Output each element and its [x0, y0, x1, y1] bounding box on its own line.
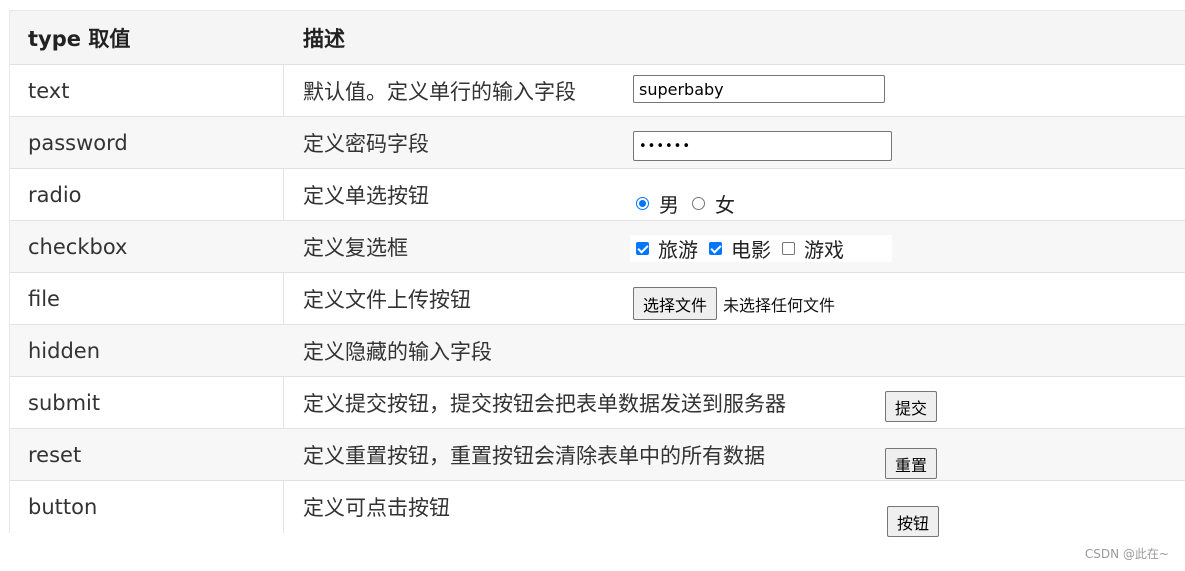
- checkbox-movie[interactable]: [709, 242, 722, 255]
- row-type: hidden: [28, 338, 101, 363]
- row-description: 定义密码字段: [303, 131, 429, 156]
- row-description: 定义可点击按钮: [303, 496, 450, 520]
- file-status-text: 未选择任何文件: [723, 295, 836, 315]
- row-description: 定义单选按钮: [303, 183, 429, 208]
- row-type: button: [28, 495, 98, 519]
- generic-button[interactable]: 按钮: [887, 506, 940, 537]
- row-type: checkbox: [28, 234, 128, 259]
- row-type: submit: [28, 390, 101, 415]
- row-description: 定义重置按钮，重置按钮会清除表单中的所有数据: [303, 443, 765, 468]
- checkbox-travel[interactable]: [636, 242, 649, 255]
- table-row: file 定义文件上传按钮: [10, 273, 1185, 325]
- table-row: text 默认值。定义单行的输入字段: [10, 65, 1185, 117]
- checkbox-travel-label: 旅游: [658, 238, 698, 262]
- watermark-credit: CSDN @此在~: [1084, 547, 1169, 561]
- checkbox-game-label: 游戏: [804, 238, 844, 262]
- row-type: text: [28, 78, 70, 103]
- radio-female-label: 女: [715, 192, 735, 217]
- table-row: submit 定义提交按钮，提交按钮会把表单数据发送到服务器: [10, 377, 1185, 429]
- row-description: 定义隐藏的输入字段: [303, 339, 492, 364]
- input-types-table: type 取值 描述 text 默认值。定义单行的输入字段 password 定…: [9, 10, 1185, 533]
- row-description: 定义提交按钮，提交按钮会把表单数据发送到服务器: [303, 391, 786, 416]
- table-row: button 定义可点击按钮: [10, 481, 1185, 533]
- submit-button[interactable]: 提交: [885, 391, 938, 422]
- table-row: password 定义密码字段: [10, 117, 1185, 169]
- row-type: radio: [28, 182, 82, 207]
- table-row: reset 定义重置按钮，重置按钮会清除表单中的所有数据: [10, 429, 1185, 481]
- radio-female[interactable]: [692, 196, 705, 210]
- password-input[interactable]: ••••••: [633, 131, 892, 161]
- row-type: password: [28, 130, 128, 155]
- radio-male[interactable]: [636, 196, 649, 210]
- reset-button[interactable]: 重置: [885, 448, 938, 479]
- row-description: 定义文件上传按钮: [303, 287, 471, 312]
- header-type: type 取值: [28, 26, 131, 51]
- row-type: file: [28, 286, 60, 311]
- table-header-row: type 取值 描述: [10, 11, 1185, 65]
- checkbox-movie-label: 电影: [731, 238, 771, 262]
- header-description: 描述: [303, 26, 345, 51]
- radio-male-label: 男: [659, 192, 679, 217]
- row-description: 定义复选框: [303, 235, 408, 260]
- table-row: radio 定义单选按钮: [10, 169, 1185, 221]
- text-input[interactable]: superbaby: [633, 75, 885, 103]
- row-type: reset: [28, 442, 82, 467]
- table-row: checkbox 定义复选框: [10, 221, 1185, 273]
- checkbox-game[interactable]: [782, 242, 795, 255]
- table-row: hidden 定义隐藏的输入字段: [10, 325, 1185, 377]
- row-description: 默认值。定义单行的输入字段: [303, 79, 576, 104]
- choose-file-button[interactable]: 选择文件: [633, 287, 718, 320]
